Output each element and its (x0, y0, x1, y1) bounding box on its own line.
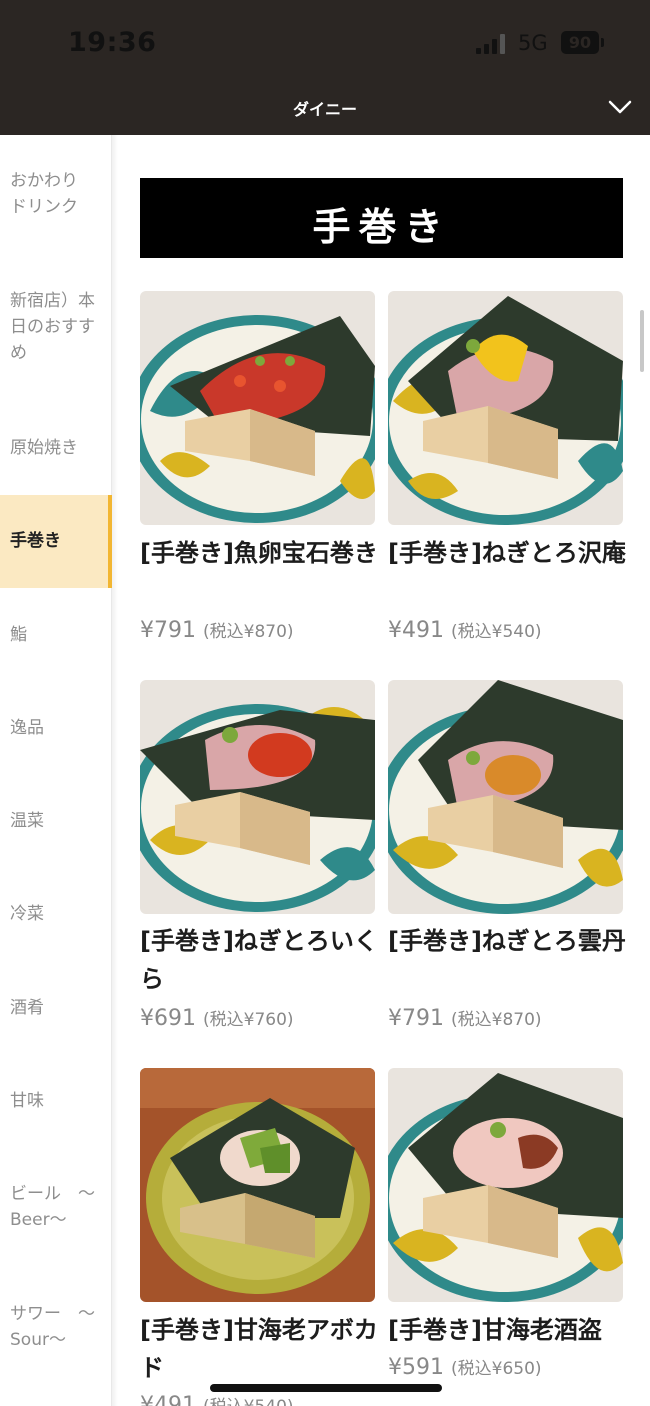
food-image (388, 291, 623, 525)
store-header: ダイニー (0, 84, 650, 135)
sidebar-item-label: 原始焼き (10, 438, 78, 458)
item-photo[interactable] (140, 680, 375, 914)
signal-icon (476, 34, 508, 54)
item-name[interactable]: [手巻き]ねぎとろ沢庵 (388, 534, 628, 572)
food-image (140, 680, 375, 914)
status-bar: 19:36 5G 90 (0, 0, 650, 84)
sidebar-item-hot-dishes[interactable]: 温菜 (0, 808, 112, 848)
price-value: ¥591 (388, 1355, 444, 1380)
food-image (140, 291, 375, 525)
price-value: ¥791 (388, 1006, 444, 1031)
sidebar-item-ippin[interactable]: 逸品 (0, 715, 112, 755)
food-image (388, 1068, 623, 1302)
item-name[interactable]: [手巻き]魚卵宝石巻き (140, 534, 380, 572)
battery-tip (601, 38, 604, 47)
chevron-down-icon[interactable] (607, 94, 633, 120)
price-tax: (税込¥760) (203, 1010, 294, 1030)
sidebar-item-label: おかわり ドリンク (10, 171, 78, 217)
sidebar-item-label: ビール 〜 Beer〜 (10, 1184, 95, 1230)
item-photo[interactable] (140, 1068, 375, 1302)
sidebar-item-sushi[interactable]: 鮨 (0, 622, 112, 662)
item-price: ¥491 (税込¥540) (388, 617, 628, 643)
sidebar-item-label: 酒肴 (10, 998, 44, 1018)
item-name[interactable]: [手巻き]ねぎとろいくら (140, 922, 380, 998)
sidebar-item-label: 甘味 (10, 1091, 44, 1111)
price-tax: (税込¥650) (451, 1359, 542, 1379)
price-value: ¥491 (140, 1393, 196, 1406)
sidebar-item-temaki[interactable]: 手巻き (0, 495, 112, 588)
item-photo[interactable] (140, 291, 375, 525)
sidebar-item-shinjuku-recommend[interactable]: 新宿店）本 日のおすすめ (0, 288, 112, 378)
sidebar-item-label: 鮨 (10, 625, 27, 645)
sidebar-item-refill-drink[interactable]: おかわり ドリンク (0, 168, 112, 248)
item-price: ¥491 (税込¥540) (140, 1392, 380, 1406)
price-value: ¥791 (140, 618, 196, 643)
sidebar-item-label: 冷菜 (10, 904, 44, 924)
home-indicator[interactable] (210, 1384, 442, 1392)
status-time: 19:36 (68, 27, 157, 58)
sidebar-item-label: 逸品 (10, 718, 44, 738)
sidebar-item-dessert[interactable]: 甘味 (0, 1088, 112, 1128)
item-photo[interactable] (388, 1068, 623, 1302)
item-name[interactable]: [手巻き]甘海老酒盗 (388, 1311, 628, 1349)
item-photo[interactable] (388, 680, 623, 914)
sidebar-shadow (112, 135, 118, 1406)
item-price: ¥691 (税込¥760) (140, 1005, 380, 1031)
sidebar-item-snacks[interactable]: 酒肴 (0, 995, 112, 1035)
item-price: ¥791 (税込¥870) (388, 1005, 628, 1031)
item-name[interactable]: [手巻き]ねぎとろ雲丹 (388, 922, 628, 960)
sidebar-item-label: サワー 〜 Sour〜 (10, 1304, 95, 1350)
sidebar-item-sour[interactable]: サワー 〜 Sour〜 (0, 1301, 112, 1361)
item-price: ¥591 (税込¥650) (388, 1354, 628, 1380)
item-name[interactable]: [手巻き]甘海老アボカド (140, 1311, 380, 1387)
item-photo[interactable] (388, 291, 623, 525)
food-image (140, 1068, 375, 1302)
store-title: ダイニー (292, 100, 357, 119)
network-label: 5G (518, 31, 548, 55)
food-image (388, 680, 623, 914)
price-value: ¥491 (388, 618, 444, 643)
sidebar-item-label: 手巻き (10, 531, 61, 551)
sidebar-item-beer[interactable]: ビール 〜 Beer〜 (0, 1181, 112, 1241)
sidebar-item-label: 温菜 (10, 811, 44, 831)
item-price: ¥791 (税込¥870) (140, 617, 380, 643)
category-title: 手巻き (312, 204, 451, 249)
category-banner: 手巻き (140, 178, 623, 258)
price-tax: (税込¥870) (203, 622, 294, 642)
price-tax: (税込¥540) (203, 1397, 294, 1406)
battery-icon: 90 (561, 31, 599, 54)
sidebar-item-cold-dishes[interactable]: 冷菜 (0, 901, 112, 941)
sidebar-item-label: 新宿店）本 日のおすすめ (10, 291, 95, 363)
price-tax: (税込¥870) (451, 1010, 542, 1030)
sidebar-item-robatayaki[interactable]: 原始焼き (0, 435, 112, 475)
scrollbar-thumb[interactable] (640, 310, 644, 372)
price-tax: (税込¥540) (451, 622, 542, 642)
price-value: ¥691 (140, 1006, 196, 1031)
